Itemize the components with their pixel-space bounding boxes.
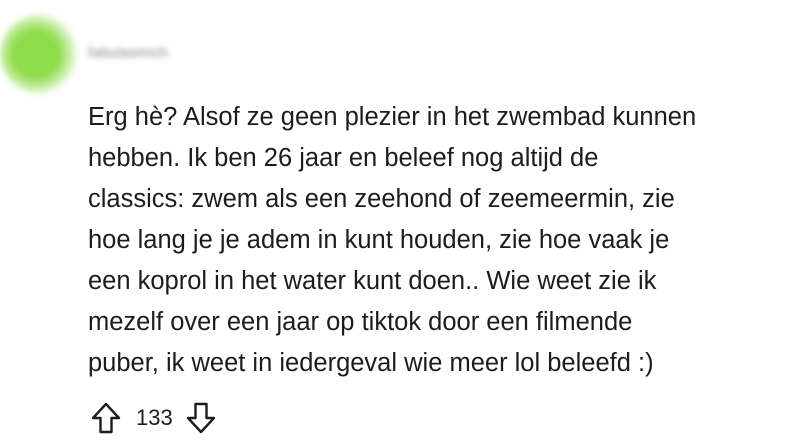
arrow-up-outline-icon — [91, 402, 121, 434]
comment: fabulasmich Erg hè? Alsof ze geen plezie… — [0, 0, 804, 448]
avatar[interactable] — [0, 14, 80, 94]
comment-line: mezelf over een jaar op tiktok door een … — [88, 308, 633, 336]
comment-body: Erg hè? Alsof ze geen plezier in het zwe… — [88, 97, 788, 384]
vote-bar: 133 — [88, 398, 219, 438]
downvote-button[interactable] — [183, 400, 219, 436]
comment-line: hoe lang je je adem in kunt houden, zie … — [88, 226, 670, 254]
username[interactable]: fabulasmich — [88, 44, 168, 60]
arrow-down-outline-icon — [186, 402, 215, 434]
upvote-button[interactable] — [88, 400, 124, 436]
comment-line: hebben. Ik ben 26 jaar en beleef nog alt… — [88, 144, 599, 172]
comment-line: Erg hè? Alsof ze geen plezier in het zwe… — [88, 103, 697, 131]
comment-line: een koprol in het water kunt doen.. Wie … — [88, 267, 657, 295]
vote-count: 133 — [136, 405, 173, 430]
comment-line: classics: zwem als een zeehond of zeemee… — [88, 185, 675, 213]
comment-line: puber, ik weet in iedergeval wie meer lo… — [88, 349, 654, 377]
